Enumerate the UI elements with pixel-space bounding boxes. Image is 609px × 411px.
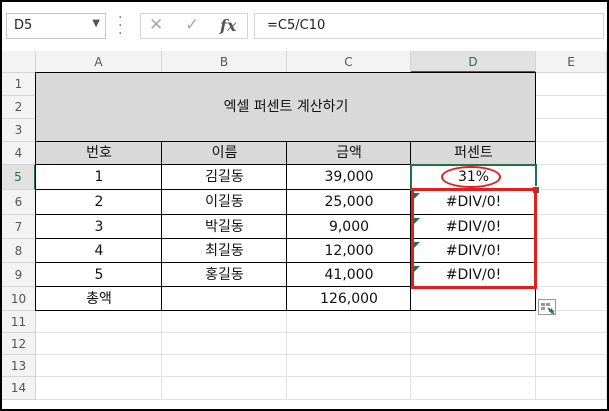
row-header-14[interactable]: 14 [2, 377, 36, 400]
error-indicator-icon[interactable] [414, 193, 420, 199]
error-indicator-icon[interactable] [414, 266, 420, 272]
error-indicator-icon[interactable] [414, 242, 420, 248]
total-cell[interactable] [411, 287, 536, 311]
select-all-corner[interactable] [2, 51, 36, 73]
row-header-2[interactable]: 2 [2, 96, 36, 119]
data-cell[interactable]: 박길동 [162, 215, 287, 239]
table-border-vertical [35, 72, 36, 311]
data-cell[interactable]: 4 [36, 239, 162, 263]
error-indicator-icon[interactable] [414, 218, 420, 224]
row-header-3[interactable]: 3 [2, 119, 36, 142]
total-cell[interactable]: 126,000 [287, 287, 411, 311]
gridline-vertical [606, 73, 607, 400]
data-cell[interactable]: 39,000 [287, 165, 411, 190]
row-header-9[interactable]: 9 [2, 263, 36, 287]
gridline-horizontal [36, 354, 607, 355]
gridline-horizontal [36, 332, 607, 333]
data-cell[interactable]: 이길동 [162, 190, 287, 215]
data-cell[interactable]: 김길동 [162, 165, 287, 190]
column-header-e[interactable]: E [536, 51, 607, 73]
column-header-b[interactable]: B [162, 51, 287, 73]
data-cell[interactable]: 9,000 [287, 215, 411, 239]
total-cell[interactable] [162, 287, 287, 311]
data-cell[interactable]: 25,000 [287, 190, 411, 215]
table-header-cell[interactable]: 퍼센트 [411, 142, 536, 165]
row-header-5[interactable]: 5 [2, 165, 36, 190]
row-header-7[interactable]: 7 [2, 215, 36, 239]
data-cell[interactable]: 최길동 [162, 239, 287, 263]
row-header-1[interactable]: 1 [2, 73, 36, 96]
row-header-6[interactable]: 6 [2, 190, 36, 215]
row-header-11[interactable]: 11 [2, 311, 36, 333]
table-header-cell[interactable]: 번호 [36, 142, 162, 165]
gridline-horizontal [36, 399, 607, 400]
table-border-horizontal [35, 141, 536, 142]
data-cell[interactable]: 1 [36, 165, 162, 190]
highlight-ellipse [441, 166, 501, 188]
error-highlight-box [411, 188, 537, 289]
row-header-10[interactable]: 10 [2, 287, 36, 311]
spreadsheet-window: D5 ▼ · · · ✕ ✓ fx =C5/C10 A B C D E 1 2 3 4 5 6 7 8 9 10… [0, 0, 609, 411]
column-header-c[interactable]: C [287, 51, 411, 73]
data-cell[interactable]: 홍길동 [162, 263, 287, 287]
row-header-4[interactable]: 4 [2, 142, 36, 165]
table-header-cell[interactable]: 이름 [162, 142, 287, 165]
column-header-d[interactable]: D [411, 51, 536, 73]
table-header-cell[interactable]: 금액 [287, 142, 411, 165]
data-cell[interactable]: 2 [36, 190, 162, 215]
row-header-12[interactable]: 12 [2, 333, 36, 355]
table-border-horizontal [35, 310, 536, 311]
table-border-horizontal [35, 72, 536, 73]
total-cell[interactable]: 총액 [36, 287, 162, 311]
column-header-a[interactable]: A [36, 51, 162, 73]
data-cell[interactable]: 41,000 [287, 263, 411, 287]
data-cell[interactable]: 3 [36, 215, 162, 239]
row-header-13[interactable]: 13 [2, 355, 36, 377]
data-cell[interactable]: 12,000 [287, 239, 411, 263]
data-cell[interactable]: 5 [36, 263, 162, 287]
gridline-horizontal [36, 376, 607, 377]
worksheet-grid[interactable]: A B C D E 1 2 3 4 5 6 7 8 9 10 11 12 13 14 엑셀 퍼센트 계산하기 번호 이름 금… [2, 2, 607, 409]
sheet-title[interactable]: 엑셀 퍼센트 계산하기 [36, 73, 536, 142]
row-header-8[interactable]: 8 [2, 239, 36, 263]
quick-analysis-icon[interactable] [538, 299, 556, 315]
